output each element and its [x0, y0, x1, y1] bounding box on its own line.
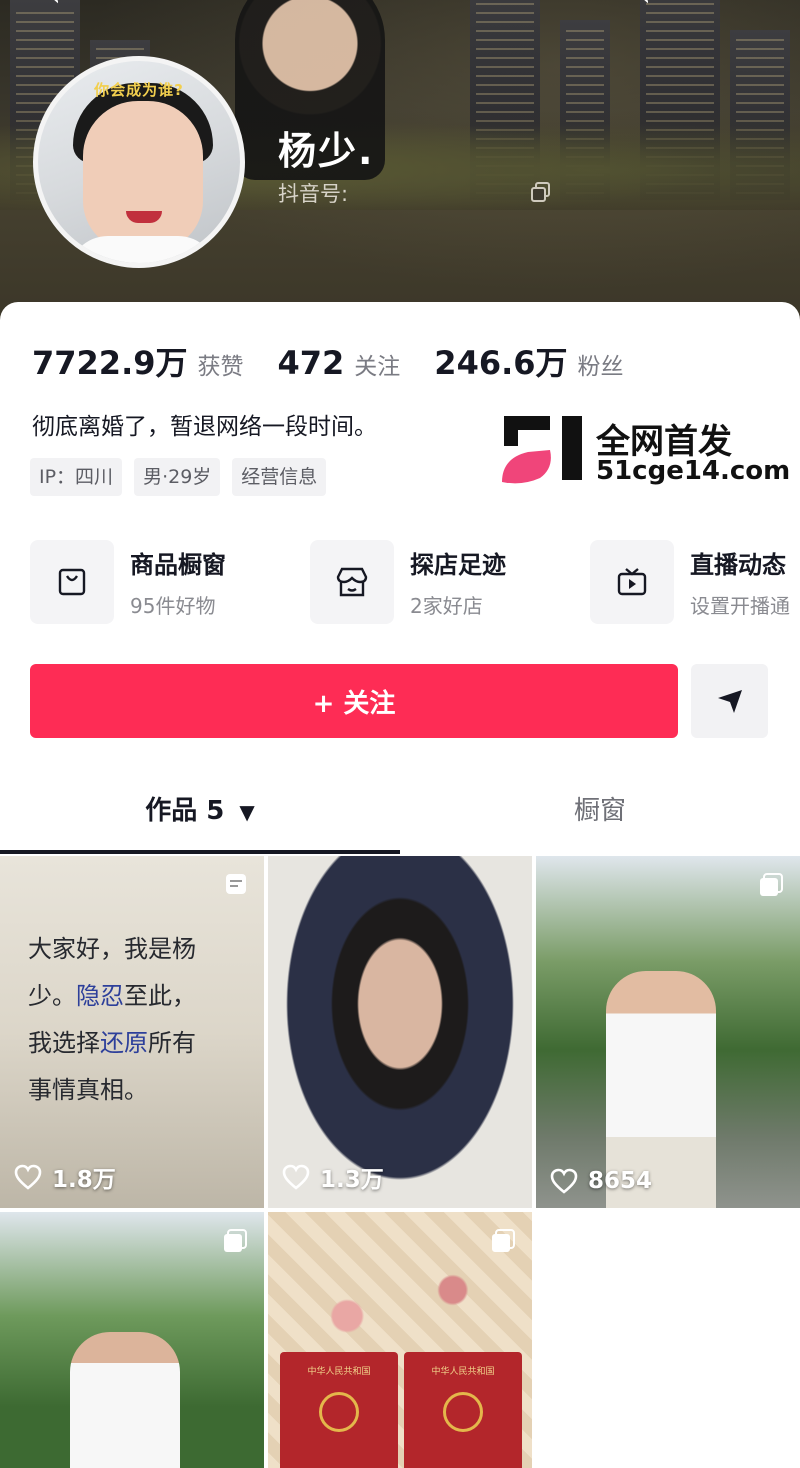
- gallery-icon: [490, 1228, 516, 1258]
- service-live[interactable]: 直播动态 设置开播通: [590, 540, 790, 624]
- profile-banner: ‹ ‹ 你会成为谁? 杨少. 抖音号:: [0, 0, 800, 330]
- post-person-image: [70, 1332, 180, 1468]
- send-icon: [717, 690, 742, 713]
- service-store-visits[interactable]: 探店足迹 2家好店: [310, 540, 506, 624]
- certificate-title: 中华人民共和国: [307, 1367, 371, 1377]
- caption-line: 事情真相。: [28, 1076, 148, 1104]
- like-count: 8654: [588, 1168, 653, 1194]
- service-title: 商品橱窗: [130, 551, 226, 579]
- nickname: 杨少.: [278, 129, 375, 173]
- post-caption: 大家好，我是杨 少。隐忍至此， 我选择还原所有 事情真相。: [28, 926, 238, 1114]
- heart-icon: [550, 1168, 578, 1194]
- chevron-left-icon: ‹: [640, 0, 650, 12]
- avatar[interactable]: 你会成为谁?: [33, 56, 245, 268]
- back-button[interactable]: ‹: [50, 0, 80, 12]
- like-count: 1.3万: [320, 1167, 384, 1193]
- like-count: 1.8万: [52, 1167, 116, 1193]
- stat-likes[interactable]: 7722.9万 获赞: [32, 338, 244, 384]
- stat-value: 472: [277, 344, 345, 382]
- douyin-id-label: 抖音号:: [278, 182, 349, 206]
- service-title: 直播动态: [690, 551, 786, 579]
- stats-row: 7722.9万 获赞 472 关注 246.6万 粉丝: [32, 338, 658, 384]
- service-subtitle: 设置开播通: [690, 594, 790, 618]
- text-post-icon: [224, 872, 248, 900]
- certificate-title: 中华人民共和国: [431, 1367, 495, 1377]
- certificate-image: 中华人民共和国: [280, 1352, 398, 1468]
- caption-line: 我选择还原所有: [28, 1029, 196, 1057]
- bio-text: 彻底离婚了，暂退网络一段时间。: [32, 414, 377, 440]
- caption-line: 少。隐忍至此，: [28, 982, 196, 1010]
- tab-works[interactable]: 作品 5 ▼: [0, 776, 400, 854]
- watermark-logo: [502, 416, 582, 484]
- tag-business-info[interactable]: 经营信息: [232, 458, 327, 496]
- watermark: 全网首发 51cge14.com: [500, 412, 790, 492]
- heart-icon: [282, 1164, 310, 1190]
- stat-value: 7722.9万: [32, 344, 188, 382]
- tag-row: IP：四川 男·29岁 经营信息: [30, 458, 338, 496]
- stat-label: 获赞: [197, 354, 244, 380]
- caption-line: 大家好，我是杨: [28, 935, 196, 963]
- store-icon: [310, 540, 394, 624]
- post-tile[interactable]: 8654: [536, 856, 800, 1208]
- watermark-url: 51cge14.com: [596, 456, 791, 486]
- post-tile[interactable]: 1.3万: [268, 856, 532, 1208]
- tv-icon: [590, 540, 674, 624]
- avatar-face: [83, 101, 203, 251]
- tag-gender-age: 男·29岁: [134, 458, 221, 496]
- follow-button[interactable]: + 关注: [30, 664, 678, 738]
- tab-window[interactable]: 橱窗: [400, 776, 800, 854]
- certificate-image: 中华人民共和国: [404, 1352, 522, 1468]
- share-button[interactable]: [691, 664, 768, 738]
- stat-value: 246.6万: [434, 344, 568, 382]
- service-row: 商品橱窗 95件好物 探店足迹 2家好店 直播动态 设置开播通: [30, 540, 800, 624]
- post-tile[interactable]: 中华人民共和国 中华人民共和国: [268, 1212, 532, 1468]
- post-likes: 1.8万: [14, 1160, 116, 1194]
- avatar-caption: 你会成为谁?: [94, 81, 184, 99]
- avatar-shirt: [68, 236, 218, 263]
- service-shop-window[interactable]: 商品橱窗 95件好物: [30, 540, 226, 624]
- tab-works-label: 作品 5: [145, 796, 225, 826]
- caret-down-icon[interactable]: ▼: [239, 800, 254, 824]
- post-likes: 8654: [550, 1168, 652, 1194]
- stat-label: 粉丝: [577, 354, 624, 380]
- content-tabs: 作品 5 ▼ 橱窗: [0, 776, 800, 854]
- post-tile[interactable]: [0, 1212, 264, 1468]
- tag-ip: IP：四川: [30, 458, 123, 496]
- tab-underline: [0, 850, 400, 854]
- service-subtitle: 95件好物: [130, 594, 216, 618]
- gallery-icon: [758, 872, 784, 902]
- emblem-icon: [319, 1392, 359, 1432]
- chevron-left-icon: ‹: [50, 0, 60, 12]
- copy-icon[interactable]: [530, 181, 552, 203]
- stat-followers[interactable]: 246.6万 粉丝: [434, 338, 623, 384]
- post-tile[interactable]: 大家好，我是杨 少。隐忍至此， 我选择还原所有 事情真相。 1.8万: [0, 856, 264, 1208]
- more-button[interactable]: ‹: [640, 0, 670, 12]
- shopping-bag-icon: [30, 540, 114, 624]
- gallery-icon: [222, 1228, 248, 1258]
- heart-icon: [14, 1164, 42, 1190]
- profile-card: 7722.9万 获赞 472 关注 246.6万 粉丝 彻底离婚了，暂退网络一段…: [0, 302, 800, 1468]
- stat-following[interactable]: 472 关注: [278, 344, 401, 382]
- emblem-icon: [443, 1392, 483, 1432]
- service-title: 探店足迹: [410, 551, 506, 579]
- stat-label: 关注: [354, 354, 401, 380]
- service-subtitle: 2家好店: [410, 594, 483, 618]
- post-likes: 1.3万: [282, 1160, 384, 1194]
